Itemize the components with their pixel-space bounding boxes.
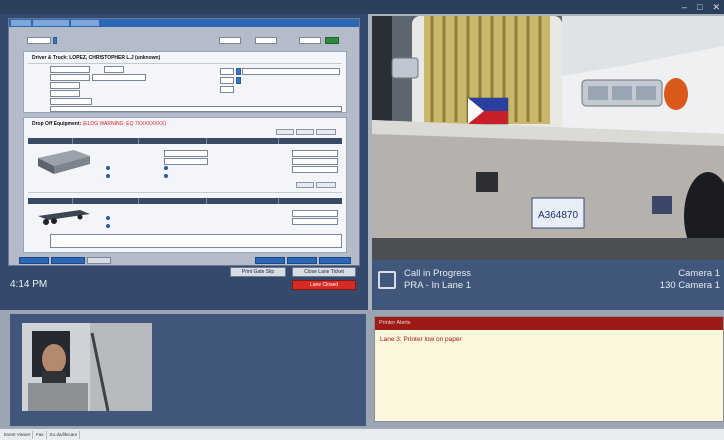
truck-image: A364870	[372, 16, 724, 260]
close-lane-ticket-button[interactable]: Close Lane Ticket	[292, 267, 356, 277]
container-btn-1[interactable]	[296, 182, 314, 188]
equipment-title-label: Drop Off Equipment:	[32, 121, 82, 127]
top-field-4[interactable]	[299, 37, 321, 44]
container-field-5[interactable]	[292, 166, 338, 173]
equipment-btn-2[interactable]	[296, 129, 314, 135]
chassis-grid-header	[28, 198, 342, 204]
form-top-row	[19, 35, 353, 49]
equipment-panel: Drop Off Equipment: (ELOG WARNING: EQ 7X…	[23, 117, 347, 253]
minimize-icon[interactable]: –	[682, 2, 687, 13]
lane-closed-button[interactable]: Lane Closed	[292, 280, 356, 290]
taskbar-item[interactable]: Fax	[34, 431, 47, 439]
maximize-icon[interactable]: □	[697, 2, 702, 13]
status-indicator	[325, 37, 339, 44]
license-plate-text: A364870	[538, 210, 578, 221]
printer-alerts-panel: Printer Alerts Lane 3: Printer low on pa…	[374, 316, 724, 422]
window-titlebar: – □ ✕	[0, 0, 724, 14]
equipment-btn-1[interactable]	[276, 129, 294, 135]
taskbar: Event Viewer Fax Ex.da/lifecare	[0, 428, 724, 440]
call-status-bar: Call in Progress PRA - In Lane 1 Camera …	[372, 260, 724, 310]
top-field-1-dropdown[interactable]	[53, 37, 57, 44]
radio-option[interactable]	[164, 174, 168, 178]
printer-alert-message[interactable]: Lane 3: Printer low on paper	[380, 336, 462, 343]
window-controls: – □ ✕	[682, 2, 720, 13]
camera-label-line2: 130 Camera 1	[659, 280, 720, 291]
form-tab-1[interactable]	[11, 20, 31, 26]
top-field-1[interactable]	[27, 37, 51, 44]
driver-field-5[interactable]	[50, 82, 80, 89]
container-btn-2[interactable]	[316, 182, 336, 188]
chassis-icon	[34, 208, 94, 228]
print-gate-slip-button[interactable]: Print Gate Slip	[230, 267, 286, 277]
chassis-field-1[interactable]	[292, 210, 338, 217]
divider	[28, 63, 342, 64]
driver-field-7[interactable]	[50, 98, 92, 105]
close-icon[interactable]: ✕	[712, 2, 720, 13]
call-status-text: Call in Progress PRA - In Lane 1	[404, 268, 471, 292]
status-btn-4[interactable]	[287, 257, 317, 264]
camera-label-line1: Camera 1	[678, 268, 720, 279]
container-field-4[interactable]	[292, 158, 338, 165]
clock-time: 4:14 PM	[10, 279, 48, 290]
divider	[28, 192, 342, 193]
radio-option[interactable]	[106, 174, 110, 178]
truck-field-2[interactable]	[242, 68, 340, 75]
driver-truck-panel: Driver & Truck: LOPEZ, CHRISTOPHER L.J (…	[23, 51, 347, 113]
call-status-line2: PRA - In Lane 1	[404, 280, 472, 291]
status-field[interactable]	[87, 257, 111, 264]
driver-field-3[interactable]	[50, 74, 90, 81]
top-field-3[interactable]	[255, 37, 277, 44]
chassis-field-2[interactable]	[292, 218, 338, 225]
equipment-btn-3[interactable]	[316, 129, 336, 135]
lane-camera-feed: A364870	[372, 16, 724, 260]
container-field-3[interactable]	[292, 150, 338, 157]
driver-field-6[interactable]	[50, 90, 80, 97]
equipment-title: Drop Off Equipment: (ELOG WARNING: EQ 7X…	[32, 121, 166, 127]
driver-webcam-feed	[22, 323, 152, 411]
truck-field-3[interactable]	[220, 77, 234, 84]
driver-field-4[interactable]	[92, 74, 146, 81]
driver-field-2[interactable]	[104, 66, 124, 73]
status-btn-2[interactable]	[51, 257, 85, 264]
truck-field-4[interactable]	[220, 86, 234, 93]
phone-call-icon[interactable]	[378, 271, 396, 289]
truck-field-3-dropdown[interactable]	[236, 77, 241, 84]
form-status-row	[19, 257, 353, 265]
top-field-2[interactable]	[219, 37, 241, 44]
equipment-warning: (ELOG WARNING: EQ 7XXXXXXXX)	[82, 121, 167, 127]
taskbar-item[interactable]: Ex.da/lifecare	[48, 431, 81, 439]
form-tab-2[interactable]	[33, 20, 69, 26]
call-status-line1: Call in Progress	[404, 268, 472, 279]
gate-console-app: – □ ✕ Driver & Truck: LOPEZ, CHRISTOPHER…	[0, 0, 724, 440]
truck-field-1[interactable]	[220, 68, 234, 75]
driver-notes-field[interactable]	[50, 106, 342, 112]
transaction-form-window: Driver & Truck: LOPEZ, CHRISTOPHER L.J (…	[8, 18, 360, 266]
camera-label: Camera 1 130 Camera 1	[660, 268, 720, 292]
container-icon	[34, 148, 94, 176]
container-field-1[interactable]	[164, 150, 208, 157]
status-btn-5[interactable]	[319, 257, 351, 264]
radio-option[interactable]	[106, 166, 110, 170]
container-grid-header	[28, 138, 342, 144]
printer-alerts-header: Printer Alerts	[375, 317, 723, 330]
status-btn-3[interactable]	[255, 257, 285, 264]
radio-option[interactable]	[106, 216, 110, 220]
truck-field-1-dropdown[interactable]	[236, 68, 241, 75]
container-field-2[interactable]	[164, 158, 208, 165]
driver-field-1[interactable]	[50, 66, 90, 73]
form-tab-3[interactable]	[71, 20, 99, 26]
transaction-pane: Driver & Truck: LOPEZ, CHRISTOPHER L.J (…	[0, 14, 368, 310]
driver-truck-title: Driver & Truck: LOPEZ, CHRISTOPHER L.J (…	[32, 55, 161, 61]
taskbar-item[interactable]: Event Viewer	[2, 431, 34, 439]
equipment-notes-field[interactable]	[50, 234, 342, 248]
radio-option[interactable]	[164, 166, 168, 170]
status-btn-1[interactable]	[19, 257, 49, 264]
form-tabstrip	[9, 19, 359, 27]
radio-option[interactable]	[106, 224, 110, 228]
